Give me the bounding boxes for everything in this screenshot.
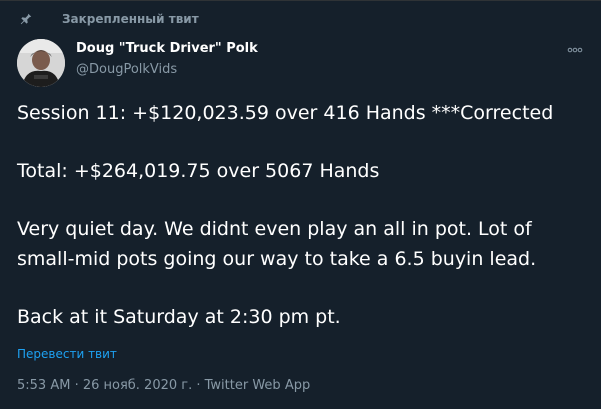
avatar-photo [17, 39, 65, 87]
tweet-line: Very quiet day. We didnt even play an al… [17, 218, 532, 240]
pin-icon [18, 11, 34, 27]
pinned-indicator: Закрепленный твит [17, 9, 199, 29]
more-options-icon [567, 47, 583, 53]
author-block[interactable]: Doug "Truck Driver" Polk @DougPolkVids [76, 40, 258, 79]
tweet-meta[interactable]: 5:53 AM · 26 нояб. 2020 г. · Twitter Web… [17, 378, 310, 393]
tweet-line: small-mid pots going our way to take a 6… [17, 248, 537, 270]
author-handle[interactable]: @DougPolkVids [76, 61, 258, 79]
pinned-label: Закрепленный твит [62, 12, 199, 26]
tweet-line: Back at it Saturday at 2:30 pm pt. [17, 306, 341, 328]
author-avatar[interactable] [17, 39, 65, 87]
more-options-button[interactable] [565, 43, 585, 57]
tweet-text: Session 11: +$120,023.59 over 416 Hands … [17, 98, 587, 332]
tweet-line: Total: +$264,019.75 over 5067 Hands [17, 160, 380, 182]
author-name[interactable]: Doug "Truck Driver" Polk [76, 40, 258, 58]
tweet-line: Session 11: +$120,023.59 over 416 Hands … [17, 102, 554, 124]
translate-tweet-link[interactable]: Перевести твит [17, 347, 117, 361]
pinned-tweet[interactable]: Закрепленный твит Doug "Truck Driver" Po… [0, 0, 601, 409]
